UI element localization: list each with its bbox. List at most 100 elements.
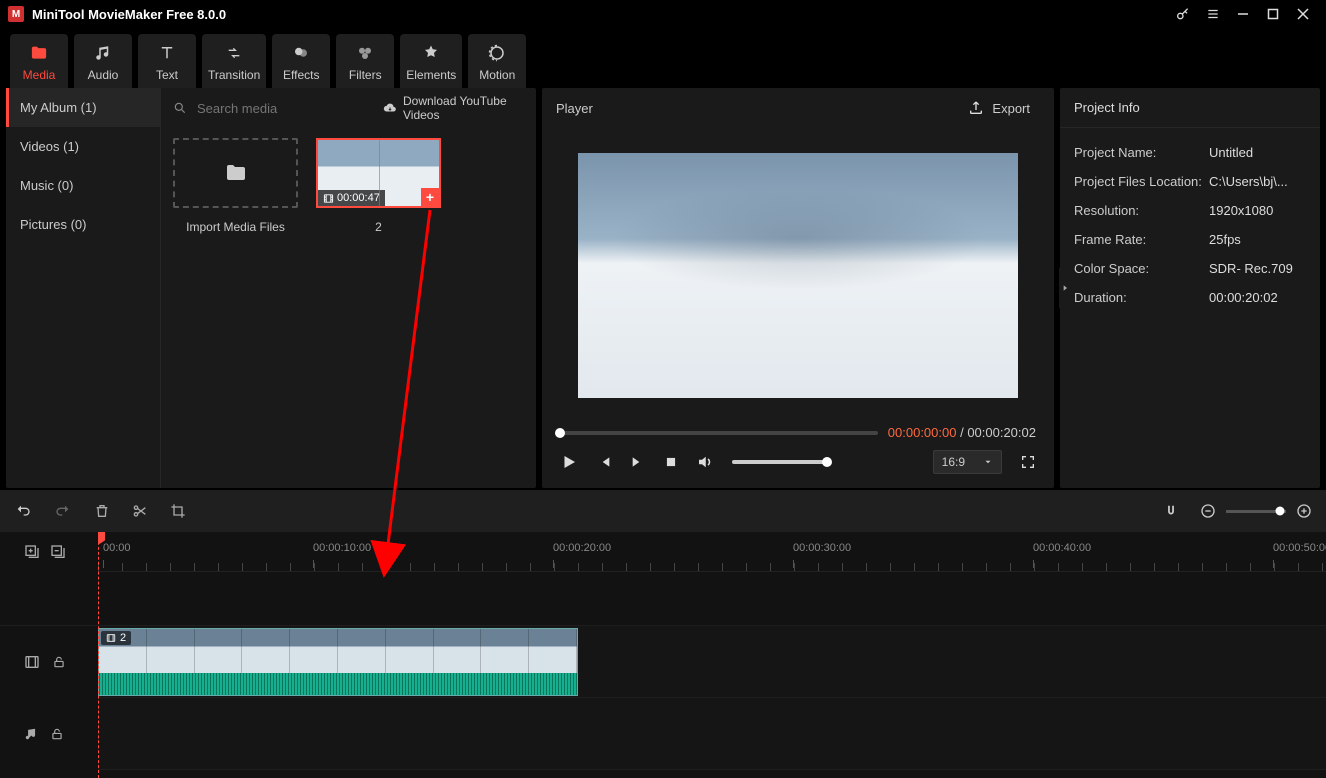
scrub-slider[interactable] [560,431,878,435]
volume-handle[interactable] [822,457,832,467]
stop-button[interactable] [664,455,678,469]
snap-button[interactable] [1164,504,1178,518]
ruler-tick: 00:00 [103,542,131,554]
search-input[interactable] [197,101,373,116]
thumb-label: 2 [316,220,441,234]
tab-elements[interactable]: Elements [400,34,462,88]
crop-button[interactable] [170,503,186,519]
time-total: 00:00:20:02 [967,425,1036,440]
audio-track-lane[interactable] [98,698,1326,770]
undo-button[interactable] [14,503,32,519]
minimize-icon[interactable] [1228,0,1258,28]
media-cat-music[interactable]: Music (0) [6,166,160,205]
transition-icon [208,42,260,64]
zoom-out-button[interactable] [1200,503,1216,519]
media-cat-pictures[interactable]: Pictures (0) [6,205,160,244]
import-slot[interactable]: Import Media Files [173,138,298,234]
clip-badge: 2 [101,631,131,645]
scrub-handle[interactable] [555,428,565,438]
search-icon [173,101,187,115]
video-track-lock-button[interactable] [52,655,66,669]
delete-button[interactable] [94,503,110,519]
effects-icon [278,42,324,64]
info-frame-rate-value: 25fps [1209,232,1306,247]
info-duration-value: 00:00:20:02 [1209,290,1306,305]
tab-motion[interactable]: Motion [468,34,526,88]
info-color-space-value: SDR- Rec.709 [1209,261,1306,276]
aspect-select[interactable]: 16:9 [933,450,1002,474]
close-icon[interactable] [1288,0,1318,28]
fullscreen-button[interactable] [1020,454,1036,470]
zoom-slider[interactable] [1226,510,1286,513]
video-track-lane[interactable]: 2 [98,626,1326,698]
export-icon [968,100,984,116]
tab-audio[interactable]: Audio [74,34,132,88]
playhead[interactable] [98,532,99,778]
media-categories: My Album (1) Videos (1) Music (0) Pictur… [6,88,161,488]
folder-plus-icon [222,161,250,185]
activate-key-icon[interactable] [1168,0,1198,28]
media-panel: My Album (1) Videos (1) Music (0) Pictur… [6,88,536,488]
text-icon [144,42,190,64]
media-cat-videos[interactable]: Videos (1) [6,127,160,166]
thumb-duration-badge: 00:00:47 [318,190,385,206]
thumb-duration-text: 00:00:47 [337,192,380,204]
audio-track-lock-button[interactable] [50,727,64,741]
play-button[interactable] [560,453,578,471]
audio-track-icon [24,727,38,741]
redo-button[interactable] [54,503,72,519]
info-resolution-value: 1920x1080 [1209,203,1306,218]
export-button[interactable]: Export [958,94,1040,122]
download-youtube-link[interactable]: Download YouTube Videos [383,94,524,122]
info-frame-rate-label: Frame Rate: [1074,232,1209,247]
tab-motion-label: Motion [474,68,520,82]
tab-text[interactable]: Text [138,34,196,88]
info-project-name-label: Project Name: [1074,145,1209,160]
add-track-button[interactable] [24,544,40,560]
menu-icon[interactable] [1198,0,1228,28]
next-frame-button[interactable] [630,454,646,470]
player-panel: Player Export 00:00:00:00 / 00:00:20:02 [542,88,1054,488]
tab-media-label: Media [16,68,62,82]
folder-icon [16,42,62,64]
zoom-in-button[interactable] [1296,503,1312,519]
tab-filters-label: Filters [342,68,388,82]
tab-media[interactable]: Media [10,34,68,88]
add-to-timeline-button[interactable]: + [421,188,439,206]
info-duration-label: Duration: [1074,290,1209,305]
tool-tabs: Media Audio Text Transition Effects Filt… [0,28,1326,88]
media-cat-my-album[interactable]: My Album (1) [6,88,160,127]
time-display: 00:00:00:00 / 00:00:20:02 [888,425,1036,440]
film-icon [323,193,334,204]
app-title: MiniTool MovieMaker Free 8.0.0 [32,7,1168,22]
info-files-location-value: C:\Users\bj\... [1209,174,1306,189]
tab-effects[interactable]: Effects [272,34,330,88]
clip-waveform [99,673,577,696]
tab-transition[interactable]: Transition [202,34,266,88]
tab-filters[interactable]: Filters [336,34,394,88]
collapse-info-button[interactable] [1059,268,1071,308]
elements-icon [406,42,456,64]
time-current: 00:00:00:00 [888,425,957,440]
info-project-name-value: Untitled [1209,145,1306,160]
ruler-tick: 00:00:10:00 [313,542,371,554]
project-info-title: Project Info [1060,88,1320,128]
volume-slider[interactable] [732,460,827,464]
tab-elements-label: Elements [406,68,456,82]
prev-frame-button[interactable] [596,454,612,470]
motion-icon [474,42,520,64]
maximize-icon[interactable] [1258,0,1288,28]
zoom-handle[interactable] [1276,507,1285,516]
remove-track-button[interactable] [50,544,66,560]
video-clip[interactable]: 2 [98,628,578,696]
timeline-ruler[interactable]: 00:00 00:00:10:00 00:00:20:00 00:00:30:0… [98,532,1326,572]
tab-effects-label: Effects [278,68,324,82]
info-files-location-label: Project Files Location: [1074,174,1209,189]
music-note-icon [80,42,126,64]
ruler-tick: 00:00:40:00 [1033,542,1091,554]
media-thumb[interactable]: 00:00:47 + 2 [316,138,441,234]
split-button[interactable] [132,503,148,519]
volume-icon[interactable] [696,453,714,471]
timeline: 00:00 00:00:10:00 00:00:20:00 00:00:30:0… [0,532,1326,778]
audio-track-head [0,698,98,770]
